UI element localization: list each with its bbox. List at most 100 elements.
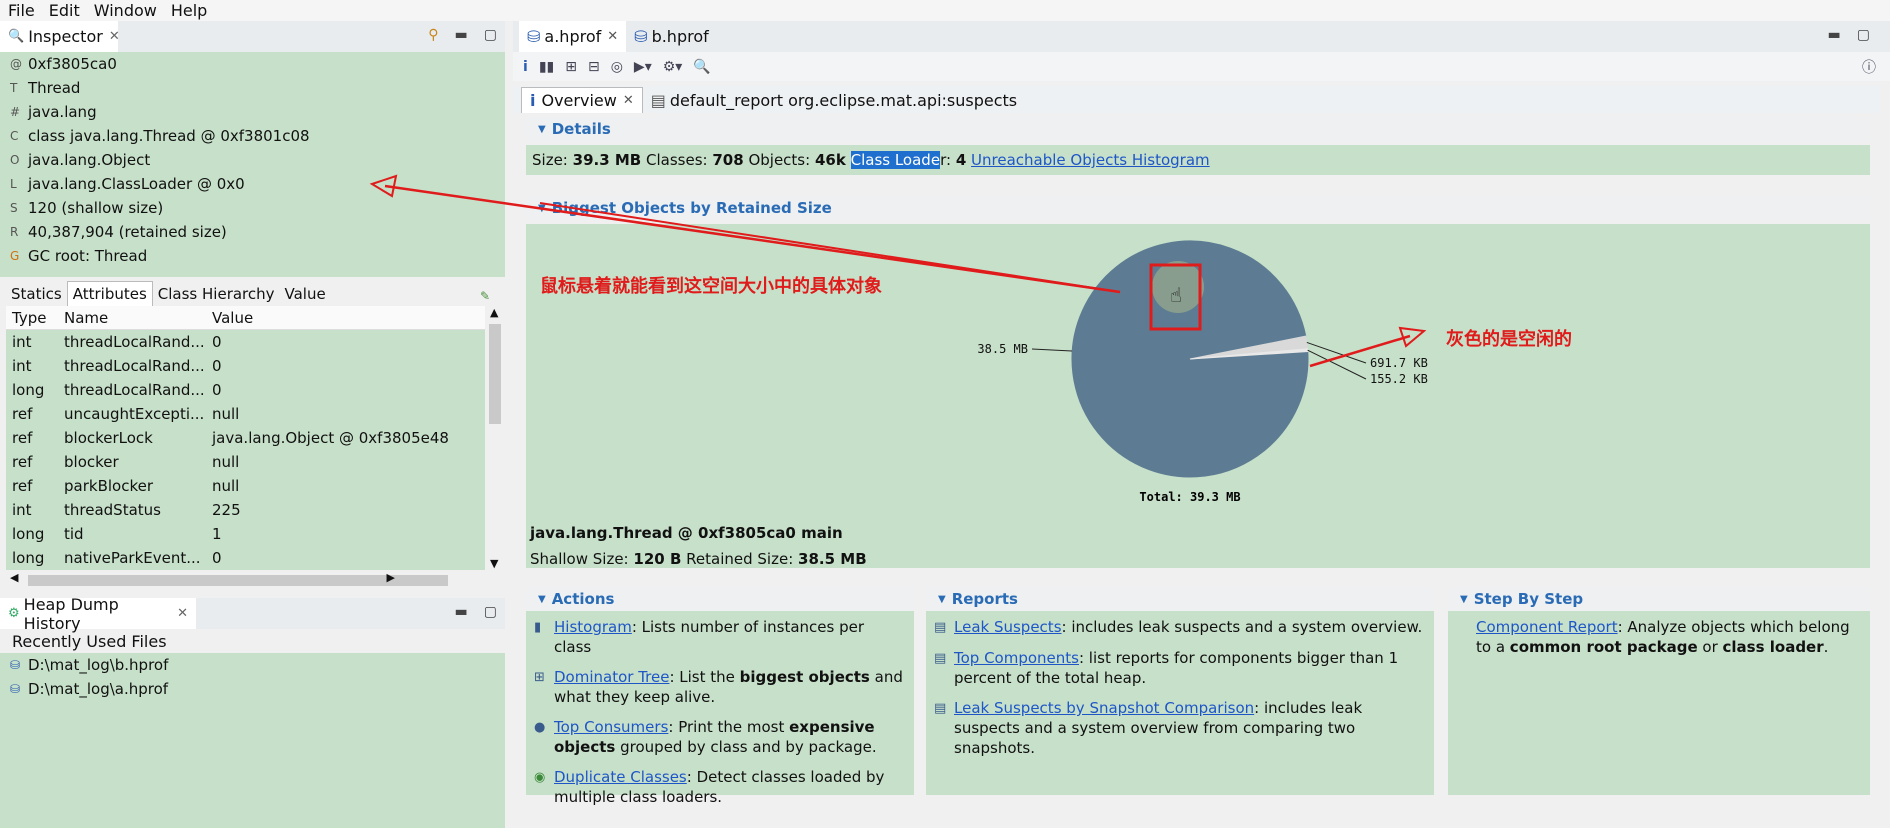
menu-help[interactable]: Help	[171, 1, 207, 20]
inspector-row: R 40,387,904 (retained size)	[10, 223, 227, 241]
inspector-row: T Thread	[10, 79, 81, 97]
pin-icon[interactable]: ⚲	[428, 27, 438, 43]
column-name[interactable]: Name	[58, 309, 206, 327]
run-report-icon[interactable]: ▶▾	[634, 59, 652, 75]
tab-overview[interactable]: i Overview ✕	[521, 87, 643, 113]
search-icon: 🔍	[8, 29, 25, 44]
pin-icon[interactable]: ✎	[475, 286, 495, 306]
histogram-icon[interactable]: ▮▮	[539, 59, 554, 75]
actions-header[interactable]: ▼ Actions	[526, 587, 914, 611]
list-item[interactable]: ⛁ D:\mat_log\b.hprof	[0, 653, 505, 677]
inspector-row: @0xf3805ca0	[10, 55, 117, 73]
pie-label-leader	[1306, 341, 1367, 364]
pie-slice-label: 38.5 MB	[977, 342, 1028, 356]
inspector-tab[interactable]: 🔍 Inspector ✕	[0, 21, 120, 52]
scroll-thumb[interactable]	[489, 324, 501, 424]
inspector-tab-label: Inspector	[28, 27, 103, 46]
table-row[interactable]: int threadLocalRand... 0	[6, 354, 485, 378]
classloader-icon: L	[10, 177, 17, 191]
tab-value[interactable]: Value	[280, 282, 331, 306]
collapse-icon[interactable]: ▼	[938, 594, 946, 605]
collapse-icon[interactable]: ▼	[1460, 594, 1468, 605]
chevron-up-icon[interactable]: ▲	[490, 306, 498, 319]
table-row[interactable]: long threadLocalRand... 0	[6, 378, 485, 402]
menu-file[interactable]: File	[8, 1, 35, 20]
dominator-tree-icon[interactable]: ⊞	[565, 59, 577, 75]
unreachable-objects-link[interactable]: Unreachable Objects Histogram	[971, 151, 1210, 169]
close-icon[interactable]: ✕	[607, 29, 618, 44]
close-icon[interactable]: ✕	[109, 29, 120, 44]
sql-icon[interactable]: ⊟	[588, 59, 600, 75]
hover-highlight	[1152, 261, 1204, 313]
pie-label-leader	[1031, 348, 1073, 352]
maximize-icon[interactable]: ▢	[1857, 27, 1870, 43]
actions-list: ▮ Histogram: Lists number of instances pe…	[526, 611, 914, 806]
heap-history-tab[interactable]: ⚙ Heap Dump History ✕	[0, 595, 196, 633]
vertical-scrollbar[interactable]: ▲ ▼	[485, 306, 505, 570]
list-item: ▤ Leak Suspects: includes leak suspects a…	[934, 618, 1423, 636]
close-icon[interactable]: ✕	[177, 606, 188, 621]
table-row[interactable]: int threadLocalRand... 0	[6, 330, 485, 354]
search-icon[interactable]: 🔍	[693, 59, 710, 75]
collapse-icon[interactable]: ▼	[538, 594, 546, 605]
inspector-row: Ljava.lang.ClassLoader @ 0x0	[10, 175, 245, 193]
chevron-left-icon[interactable]: ◀	[10, 571, 18, 584]
class-icon: T	[10, 81, 18, 95]
tab-default-report[interactable]: ▤ default_report org.eclipse.mat.api:sus…	[643, 88, 1025, 113]
tab-statics[interactable]: Statics	[6, 282, 67, 306]
table-row[interactable]: ref uncaughtExcepti... null	[6, 402, 485, 426]
column-value[interactable]: Value	[206, 309, 466, 327]
leak-suspects-link[interactable]: Leak Suspects	[954, 618, 1062, 636]
scroll-thumb[interactable]	[28, 575, 448, 586]
list-item[interactable]: ⛁ D:\mat_log\a.hprof	[0, 677, 505, 701]
minimize-icon[interactable]: ▬	[455, 27, 468, 43]
tab-attributes[interactable]: Attributes	[66, 281, 153, 306]
table-row[interactable]: long nativeParkEvent... 0	[6, 546, 485, 570]
step-by-step-header[interactable]: ▼ Step By Step	[1448, 587, 1870, 611]
info-icon[interactable]: i	[523, 59, 528, 75]
dominator-tree-link[interactable]: Dominator Tree	[554, 668, 669, 686]
component-report-link[interactable]: Component Report	[1476, 618, 1618, 636]
histogram-link[interactable]: Histogram	[554, 618, 632, 636]
leak-suspects-comparison-link[interactable]: Leak Suspects by Snapshot Comparison	[954, 699, 1254, 717]
chevron-right-icon[interactable]: ▶	[387, 571, 395, 584]
collapse-icon[interactable]: ▼	[538, 124, 546, 135]
database-icon: ⛁	[634, 27, 648, 46]
editor-tab-b-hprof[interactable]: ⛁ b.hprof	[626, 21, 717, 52]
minimize-icon[interactable]: ▬	[455, 604, 468, 620]
reports-header[interactable]: ▼ Reports	[926, 587, 1434, 611]
close-icon[interactable]: ✕	[623, 93, 634, 108]
table-row[interactable]: ref blocker null	[6, 450, 485, 474]
query-browser-icon[interactable]: ⚙▾	[663, 59, 683, 75]
pie-total-label: Total: 39.3 MB	[1139, 490, 1240, 504]
top-components-link[interactable]: Top Components	[954, 649, 1079, 667]
list-item: ⊞ Dominator Tree: List the biggest object…	[534, 668, 903, 706]
tab-class-hierarchy[interactable]: Class Hierarchy	[153, 282, 280, 306]
details-section-header[interactable]: ▼ Details	[526, 117, 1870, 141]
editor-tab-a-hprof[interactable]: ⛁ a.hprof ✕	[519, 21, 627, 52]
inspector-row: # java.lang	[10, 103, 97, 121]
maximize-icon[interactable]: ▢	[484, 604, 497, 620]
horizontal-scrollbar[interactable]: ◀ ▶	[6, 570, 485, 590]
table-row[interactable]: ref blockerLock java.lang.Object @ 0xf3805…	[6, 426, 485, 450]
collapse-icon[interactable]: ▼	[538, 203, 546, 214]
table-row[interactable]: long tid 1	[6, 522, 485, 546]
biggest-objects-header[interactable]: ▼ Biggest Objects by Retained Size	[526, 196, 1870, 220]
table-row[interactable]: int threadStatus 225	[6, 498, 485, 522]
step-by-step-list: Component Report: Analyze objects which …	[1448, 611, 1870, 795]
minimize-icon[interactable]: ▬	[1828, 27, 1841, 43]
menu-window[interactable]: Window	[94, 1, 157, 20]
list-item: ▤ Top Components: list reports for compon…	[934, 649, 1399, 687]
table-row[interactable]: ref parkBlocker null	[6, 474, 485, 498]
duplicate-classes-link[interactable]: Duplicate Classes	[554, 768, 687, 786]
chevron-down-icon[interactable]: ▼	[490, 557, 498, 570]
menu-edit[interactable]: Edit	[49, 1, 80, 20]
annotation-gray-note: 灰色的是空闲的	[1446, 329, 1572, 350]
list-item: ▤ Leak Suspects by Snapshot Comparison: i…	[934, 699, 1363, 757]
pie-label-leader	[1307, 349, 1367, 380]
maximize-icon[interactable]: ▢	[484, 27, 497, 43]
help-icon[interactable]: ⓘ	[1862, 57, 1876, 77]
column-type[interactable]: Type	[6, 309, 58, 327]
heap-dump-icon[interactable]: ◎	[611, 59, 623, 75]
top-consumers-link[interactable]: Top Consumers	[554, 718, 668, 736]
